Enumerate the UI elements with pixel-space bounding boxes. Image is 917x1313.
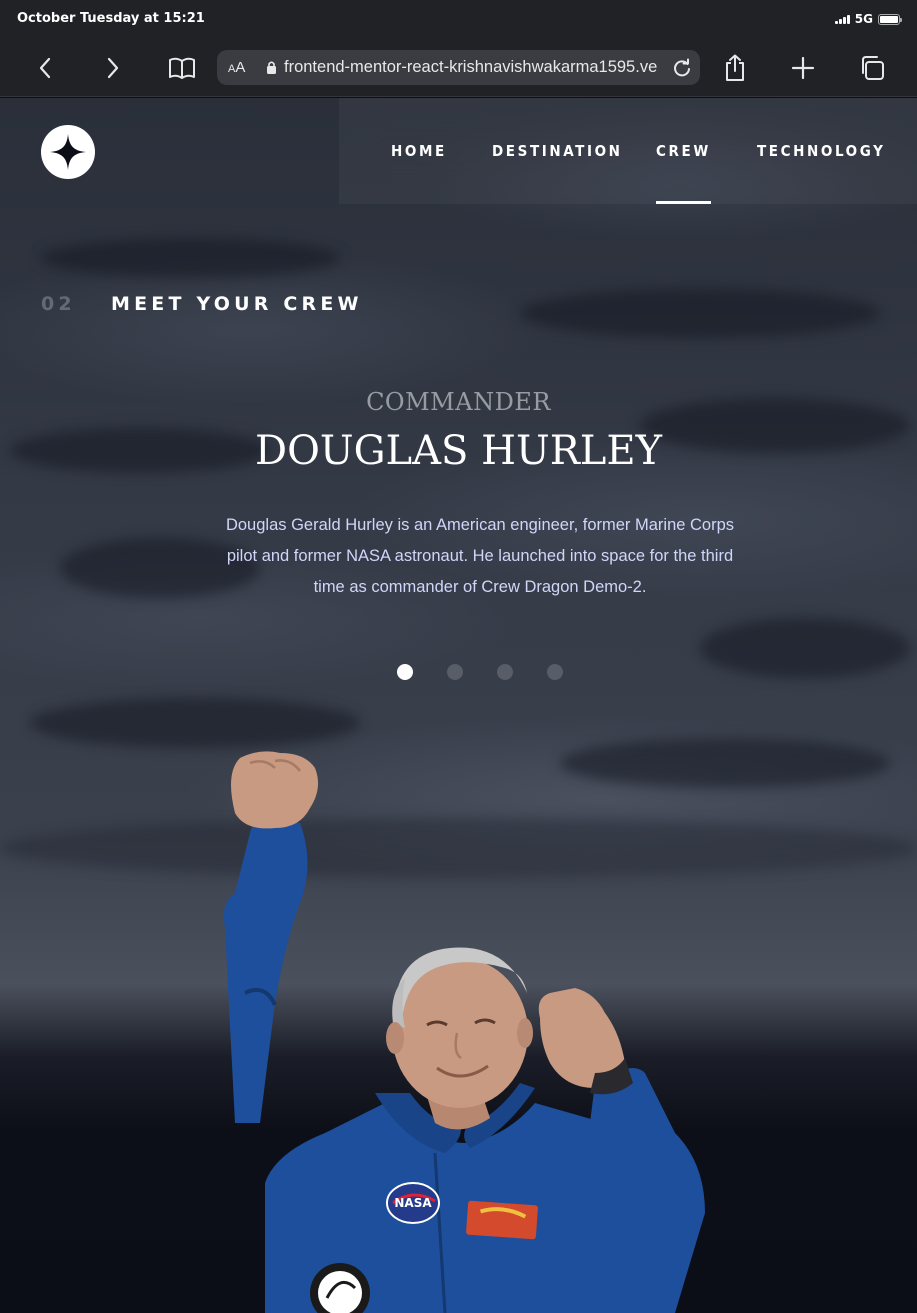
nasa-patch-text: NASA	[394, 1196, 432, 1210]
bookmarks-icon[interactable]	[167, 54, 197, 82]
background-cloud	[520, 288, 880, 338]
star-icon	[50, 134, 86, 170]
section-number: 02	[41, 293, 76, 315]
url-text: frontend-mentor-react-krishnavishwakarma…	[284, 58, 658, 76]
reload-icon[interactable]	[670, 56, 694, 80]
lock-icon	[266, 60, 277, 75]
main-nav: HOME DESTINATION CREW TECHNOLOGY	[339, 98, 917, 204]
background-cloud	[30, 698, 360, 748]
crew-pagination	[397, 664, 563, 680]
signal-icon	[834, 14, 850, 24]
crew-member-image: NASA	[223, 751, 705, 1313]
new-tab-icon[interactable]	[788, 54, 818, 82]
status-bar: October Tuesday at 15:21 5G	[0, 0, 917, 40]
crew-dot-4[interactable]	[547, 664, 563, 680]
text-size-button[interactable]: AA	[228, 59, 252, 76]
background-cloud	[40, 238, 340, 278]
forward-icon[interactable]	[98, 54, 128, 82]
battery-icon	[878, 13, 902, 25]
address-bar[interactable]: AA frontend-mentor-react-krishnavishwaka…	[217, 50, 700, 85]
crew-dot-2[interactable]	[447, 664, 463, 680]
nav-technology[interactable]: TECHNOLOGY	[757, 98, 885, 204]
status-indicators: 5G	[834, 12, 902, 26]
background-cloud	[700, 618, 910, 678]
crew-page: HOME DESTINATION CREW TECHNOLOGY 02 MEET…	[0, 98, 917, 1313]
back-icon[interactable]	[30, 54, 60, 82]
nav-crew[interactable]: CREW	[656, 98, 711, 204]
crew-role: COMMANDER	[366, 388, 551, 416]
browser-toolbar: AA frontend-mentor-react-krishnavishwaka…	[0, 40, 917, 97]
network-label: 5G	[854, 12, 873, 26]
share-icon[interactable]	[720, 54, 750, 82]
nav-destination[interactable]: DESTINATION	[492, 98, 623, 204]
tabs-overview-icon[interactable]	[857, 54, 887, 82]
crew-bio: Douglas Gerald Hurley is an American eng…	[225, 516, 735, 596]
section-heading: 02 MEET YOUR CREW	[41, 293, 363, 315]
nav-home[interactable]: HOME	[391, 98, 447, 204]
site-logo[interactable]	[41, 125, 95, 179]
crew-name: DOUGLAS HURLEY	[255, 428, 662, 474]
crew-dot-3[interactable]	[497, 664, 513, 680]
section-title: MEET YOUR CREW	[111, 293, 363, 315]
status-time: October Tuesday at 15:21	[17, 11, 205, 26]
crew-dot-1[interactable]	[397, 664, 413, 680]
